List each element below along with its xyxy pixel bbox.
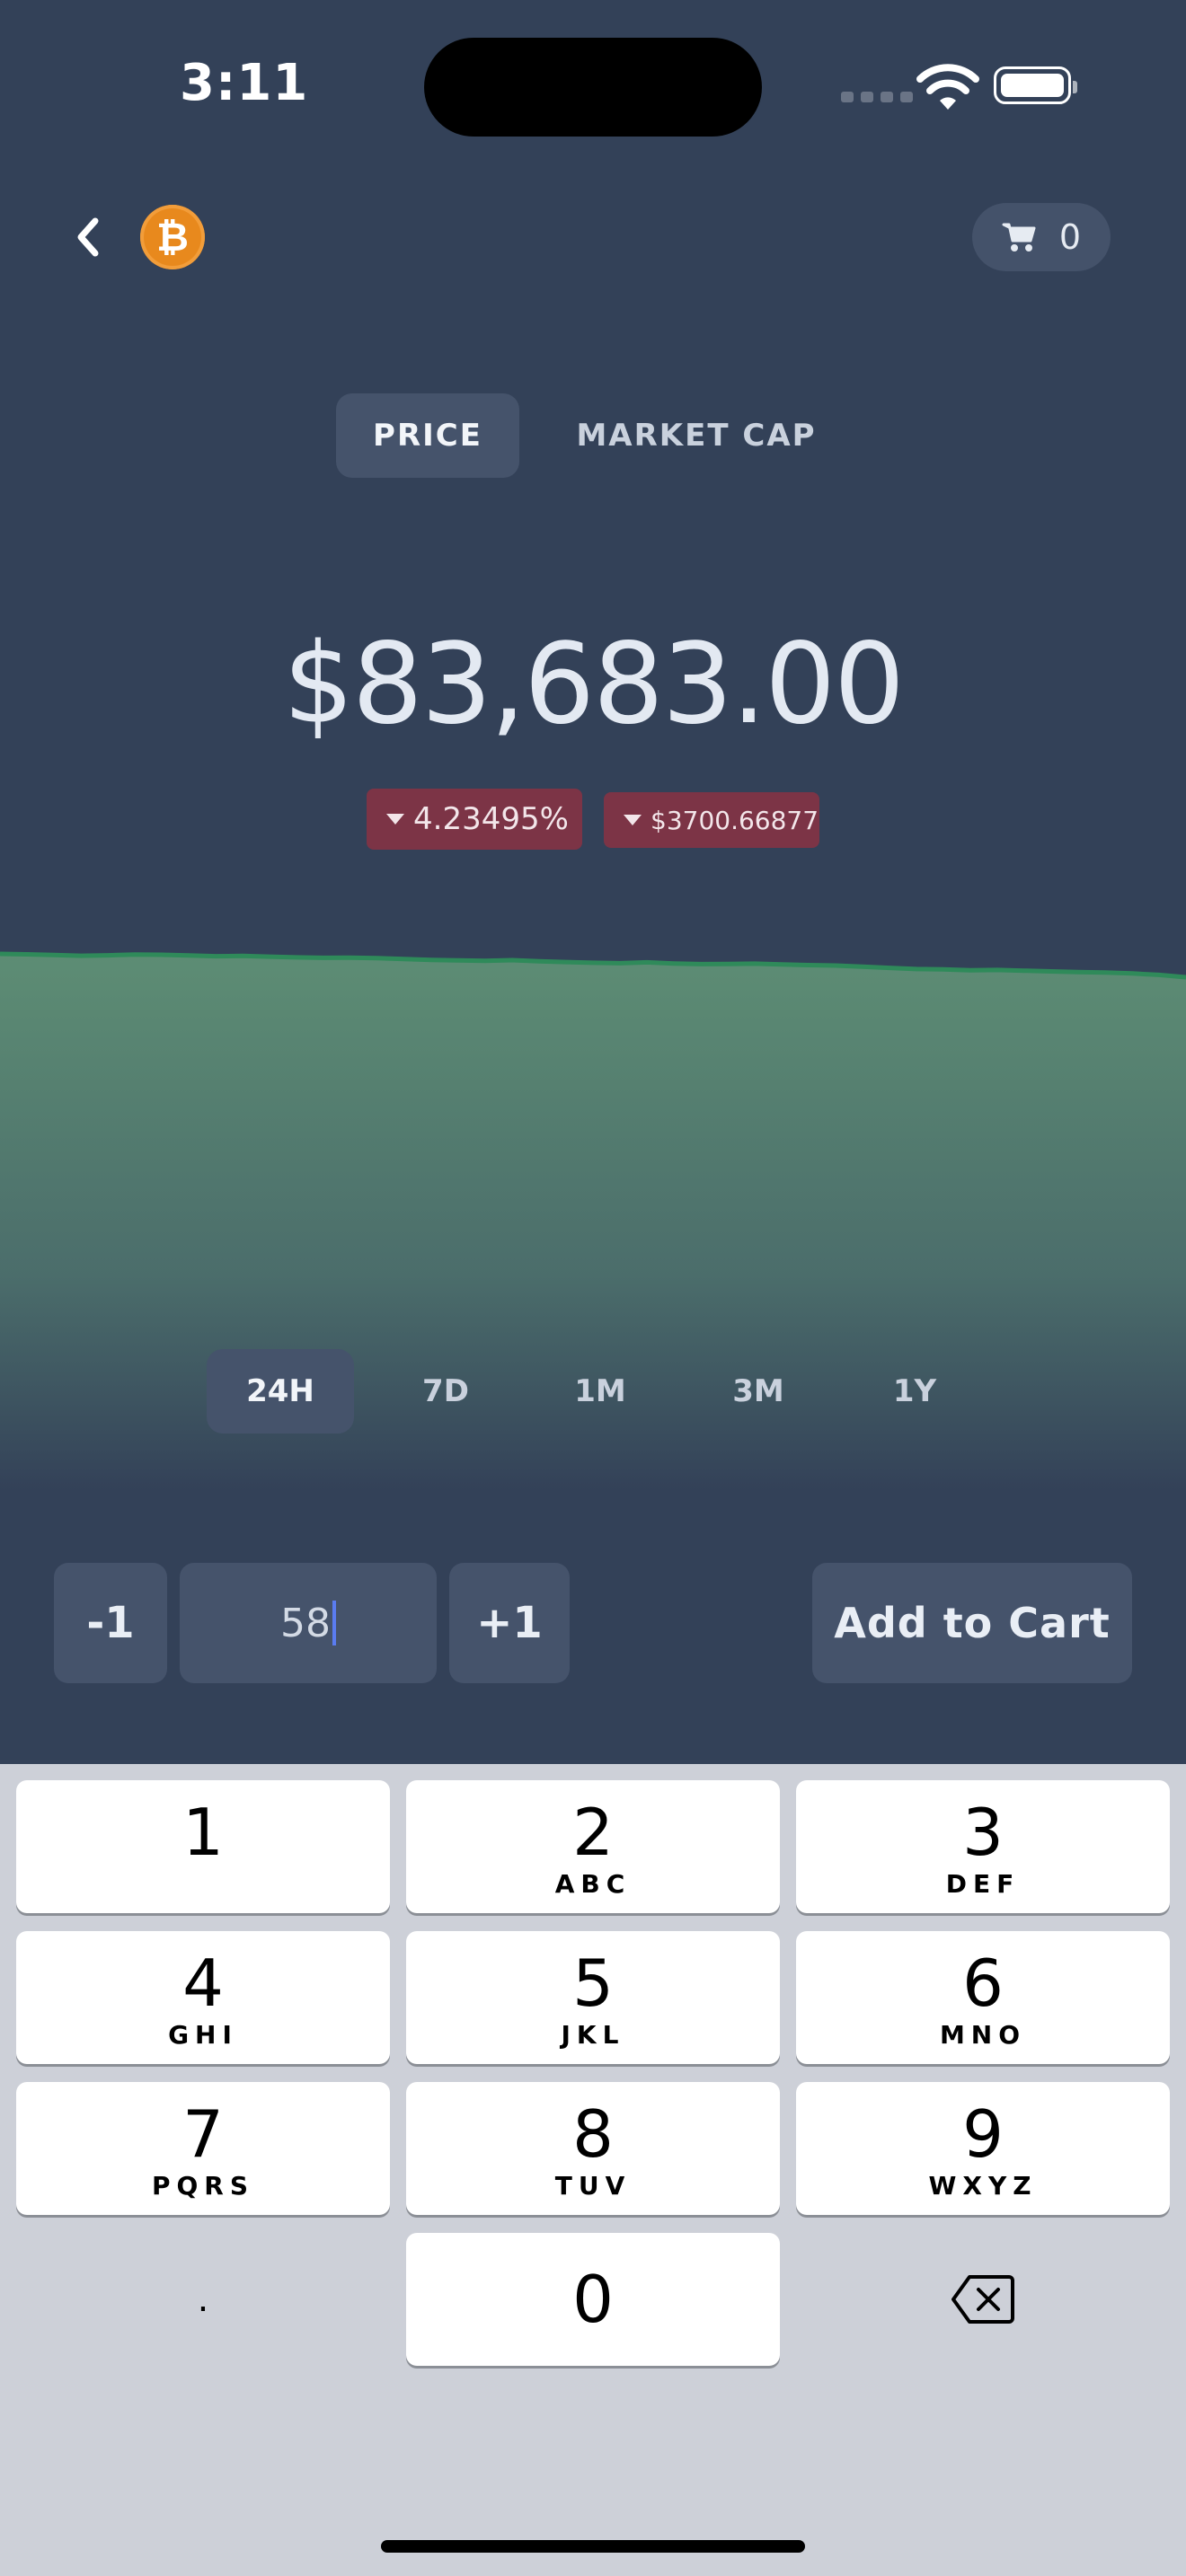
wifi-icon: [916, 64, 979, 110]
key-delete[interactable]: [796, 2233, 1170, 2366]
key-number: 4: [182, 1945, 224, 2021]
key-9[interactable]: 9 WXYZ: [796, 2082, 1170, 2215]
dynamic-island: [424, 38, 762, 137]
quantity-input[interactable]: 58: [180, 1563, 437, 1683]
range-24h-button[interactable]: 24H: [207, 1349, 354, 1434]
price-change-percent: 4.23495%: [413, 801, 569, 837]
key-number: 1: [182, 1795, 224, 1870]
key-number: 9: [962, 2096, 1004, 2172]
key-number: 5: [572, 1945, 614, 2021]
key-letters: JKL: [561, 2020, 625, 2050]
price-change-percent-badge: 4.23495%: [367, 789, 582, 850]
key-letters: DEF: [945, 1869, 1021, 1899]
decrement-button[interactable]: -1: [54, 1563, 167, 1683]
current-price: $83,683.00: [283, 620, 905, 749]
cart-count: 0: [1058, 217, 1082, 257]
coin-symbol: ₿: [156, 214, 189, 260]
tab-market-cap[interactable]: MARKET CAP: [557, 393, 836, 478]
price-change-absolute: $3700.668777: [651, 805, 819, 835]
key-letters: MNO: [939, 2020, 1027, 2050]
range-1y-button[interactable]: 1Y: [841, 1349, 988, 1434]
cart-button[interactable]: 0: [972, 203, 1111, 271]
cart-icon: [1002, 223, 1036, 251]
key-letters: TUV: [554, 2171, 632, 2201]
battery-icon: [994, 66, 1077, 104]
back-chevron-icon[interactable]: [65, 208, 115, 266]
key-3[interactable]: 3 DEF: [796, 1780, 1170, 1913]
add-to-cart-button[interactable]: Add to Cart: [812, 1563, 1132, 1683]
key-letters: GHI: [168, 2020, 238, 2050]
key-2[interactable]: 2 ABC: [406, 1780, 780, 1913]
key-letters: PQRS: [151, 2171, 255, 2201]
delete-icon: [951, 2275, 1014, 2324]
key-number: 3: [962, 1795, 1004, 1870]
bitcoin-logo-icon: ₿: [140, 205, 205, 269]
range-7d-button[interactable]: 7D: [372, 1349, 519, 1434]
key-number: 7: [182, 2096, 224, 2172]
key-6[interactable]: 6 MNO: [796, 1931, 1170, 2064]
key-number: 6: [962, 1945, 1004, 2021]
key-5[interactable]: 5 JKL: [406, 1931, 780, 2064]
key-number: 8: [572, 2096, 614, 2172]
key-letters: WXYZ: [928, 2171, 1038, 2201]
tab-price[interactable]: PRICE: [336, 393, 519, 478]
numeric-keyboard: 1 2 ABC 3 DEF 4 GHI 5 JKL 6 MNO 7 PQRS 8 TUV 9W…: [0, 1764, 1186, 2576]
key-number: .: [197, 2279, 209, 2320]
key-letters: ABC: [554, 1869, 632, 1899]
range-1m-button[interactable]: 1M: [527, 1349, 674, 1434]
range-3m-button[interactable]: 3M: [685, 1349, 832, 1434]
increment-button[interactable]: +1: [449, 1563, 570, 1683]
key-4[interactable]: 4 GHI: [16, 1931, 390, 2064]
key-0[interactable]: 0: [406, 2233, 780, 2366]
key-1[interactable]: 1: [16, 1780, 390, 1913]
key-7[interactable]: 7 PQRS: [16, 2082, 390, 2215]
key-decimal[interactable]: .: [16, 2233, 390, 2366]
cellular-signal-icon: [841, 92, 913, 102]
key-number: 2: [572, 1795, 614, 1870]
text-caret: [332, 1601, 336, 1645]
quantity-value: 58: [280, 1600, 331, 1646]
status-time: 3:11: [180, 54, 309, 112]
down-triangle-icon: [624, 815, 642, 825]
key-number: 0: [572, 2262, 614, 2337]
key-8[interactable]: 8 TUV: [406, 2082, 780, 2215]
home-indicator: [381, 2540, 805, 2553]
down-triangle-icon: [386, 814, 404, 825]
price-change-absolute-badge: $3700.668777: [604, 792, 819, 848]
